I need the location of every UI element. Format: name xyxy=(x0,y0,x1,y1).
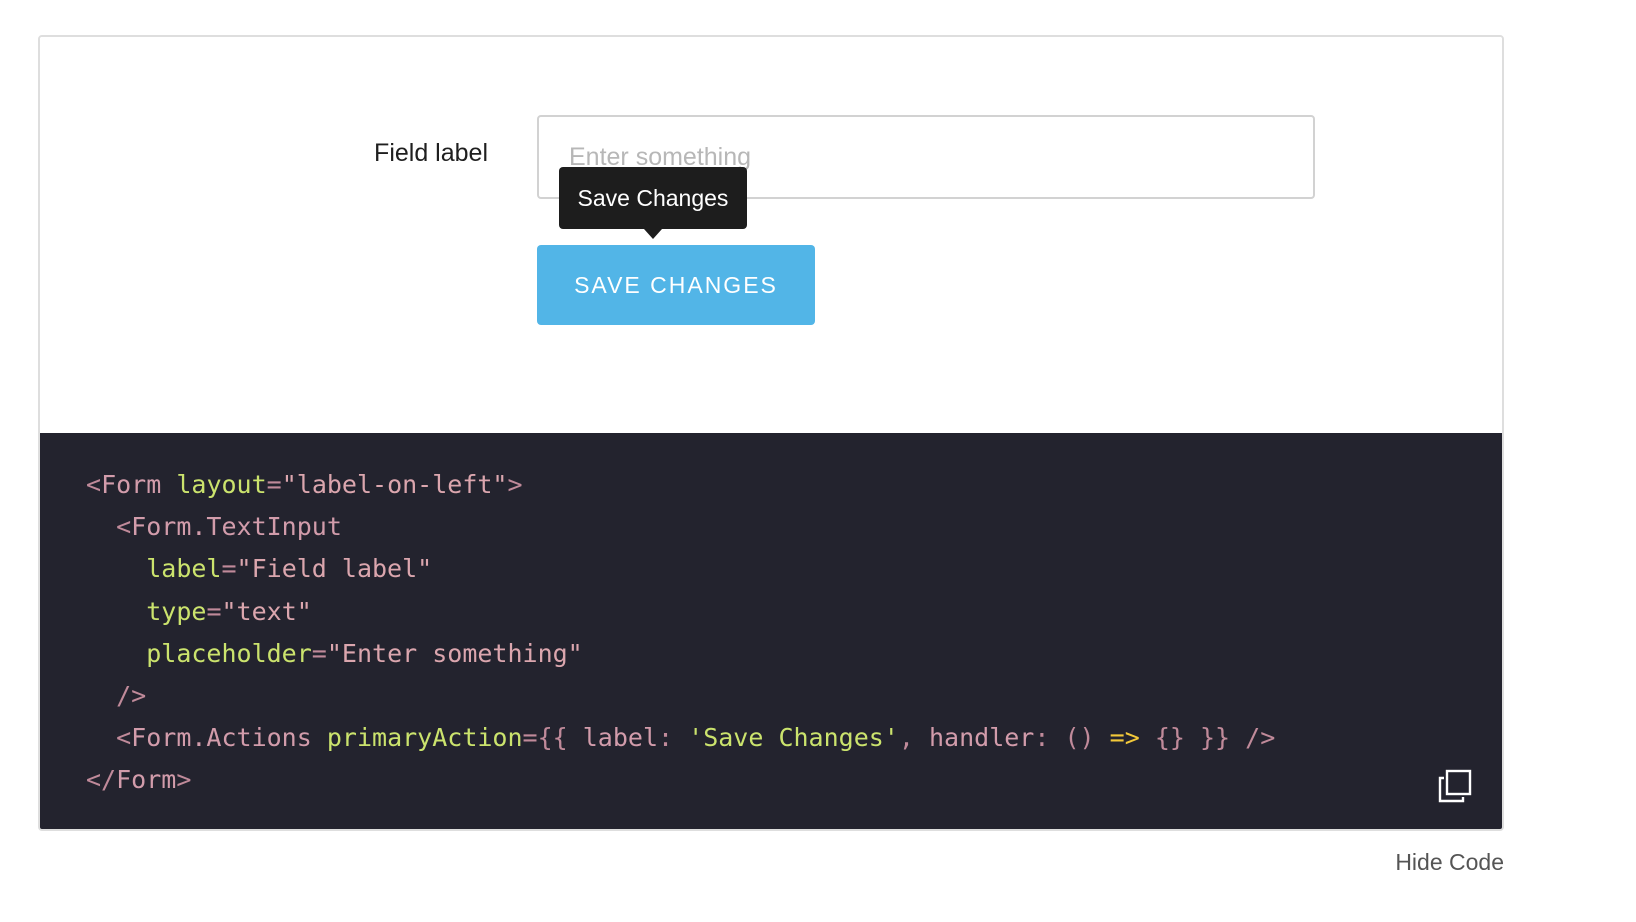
code-token: /> xyxy=(1245,723,1276,753)
code-token: = xyxy=(221,554,237,584)
tooltip-arrow xyxy=(644,229,662,239)
code-block[interactable]: <Form layout="label-on-left"> <Form.Text… xyxy=(86,464,1275,802)
code-token: primaryAction xyxy=(326,723,523,753)
code-token: "label-on-left" xyxy=(281,470,508,499)
code-line: <Form.TextInput xyxy=(86,506,1275,548)
code-token: Form.TextInput xyxy=(131,512,342,542)
code-token: = xyxy=(311,638,327,668)
code-token: () xyxy=(1064,723,1095,753)
code-panel: <Form layout="label-on-left"> <Form.Text… xyxy=(40,433,1502,829)
code-line: <Form.Actions primaryAction={{ label: 'S… xyxy=(86,717,1275,759)
code-token: }} xyxy=(1199,723,1231,753)
code-token: {} xyxy=(1154,723,1185,753)
code-token: label xyxy=(146,554,222,584)
code-token: , xyxy=(898,723,914,753)
code-token: handler xyxy=(928,723,1035,753)
code-token: type xyxy=(146,596,207,626)
code-token: < xyxy=(116,723,132,753)
code-token: </ xyxy=(86,765,117,795)
code-line: <Form layout="label-on-left"> xyxy=(86,464,1275,506)
code-token: > xyxy=(176,765,192,795)
code-line: placeholder="Enter something" xyxy=(86,633,1275,675)
preview-panel: Field label Save Changes SAVE CHANGES xyxy=(40,37,1502,433)
hide-code-link[interactable]: Hide Code xyxy=(1395,849,1504,876)
code-token: ={{ xyxy=(522,723,568,753)
field-label: Field label xyxy=(374,139,488,167)
code-token: Form.Actions xyxy=(131,723,312,753)
code-token: => xyxy=(1109,723,1140,753)
code-token: > xyxy=(507,470,523,499)
code-line: type="text" xyxy=(86,591,1275,633)
code-line: /> xyxy=(86,675,1275,717)
save-changes-button[interactable]: SAVE CHANGES xyxy=(537,245,815,325)
code-token: : xyxy=(1034,723,1050,753)
code-token: = xyxy=(206,596,222,626)
code-line: </Form> xyxy=(86,759,1275,801)
code-token: Form xyxy=(116,765,177,795)
code-token: : xyxy=(658,723,674,753)
code-token: "text" xyxy=(221,596,312,626)
code-token: Form xyxy=(101,470,162,499)
code-token: "Field label" xyxy=(236,554,433,584)
code-token: < xyxy=(116,512,132,542)
code-token: placeholder xyxy=(146,638,312,668)
code-token: = xyxy=(266,470,282,499)
code-token: < xyxy=(86,470,102,499)
code-token: "Enter something" xyxy=(326,638,583,668)
code-line: label="Field label" xyxy=(86,548,1275,590)
code-token: /> xyxy=(116,680,147,710)
code-token: label xyxy=(582,723,659,753)
tooltip: Save Changes xyxy=(559,167,747,229)
code-token: 'Save Changes' xyxy=(688,723,899,753)
code-token: layout xyxy=(176,470,267,499)
component-example-card: Field label Save Changes SAVE CHANGES <F… xyxy=(38,35,1504,831)
copy-icon[interactable] xyxy=(1438,769,1472,803)
